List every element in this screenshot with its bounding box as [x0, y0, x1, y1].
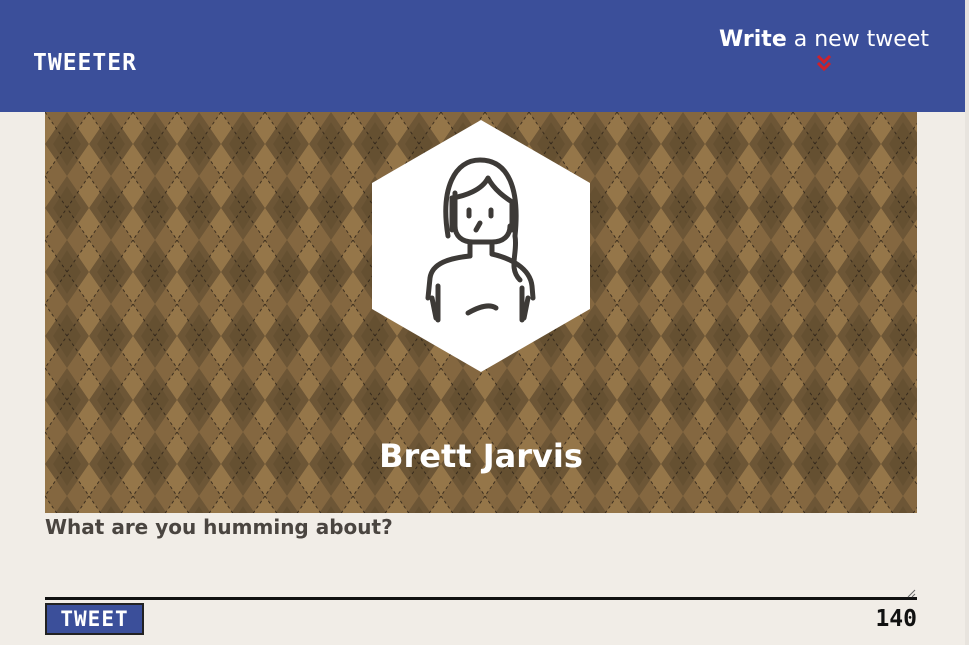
profile-user-name: Brett Jarvis [379, 437, 583, 475]
tweet-textarea[interactable] [45, 542, 917, 600]
tweet-submit-button[interactable]: TWEET [45, 603, 144, 635]
avatar-hexagon [370, 118, 592, 374]
double-chevron-down-icon[interactable] [816, 54, 832, 72]
compose-prompt-label: What are you humming about? [45, 515, 393, 539]
write-label-rest: a new tweet [786, 27, 929, 52]
write-new-tweet-toggle[interactable]: Write a new tweet [719, 27, 929, 72]
character-counter: 140 [875, 606, 917, 632]
write-label-bold: Write [719, 27, 787, 52]
write-new-tweet-label[interactable]: Write a new tweet [719, 27, 929, 52]
textarea-resize-grip-icon[interactable] [906, 588, 916, 598]
top-navbar: TWEETER Write a new tweet [0, 0, 965, 112]
brand-logo[interactable]: TWEETER [33, 50, 137, 76]
profile-banner: Brett Jarvis [45, 112, 917, 513]
page-edge [965, 0, 969, 645]
